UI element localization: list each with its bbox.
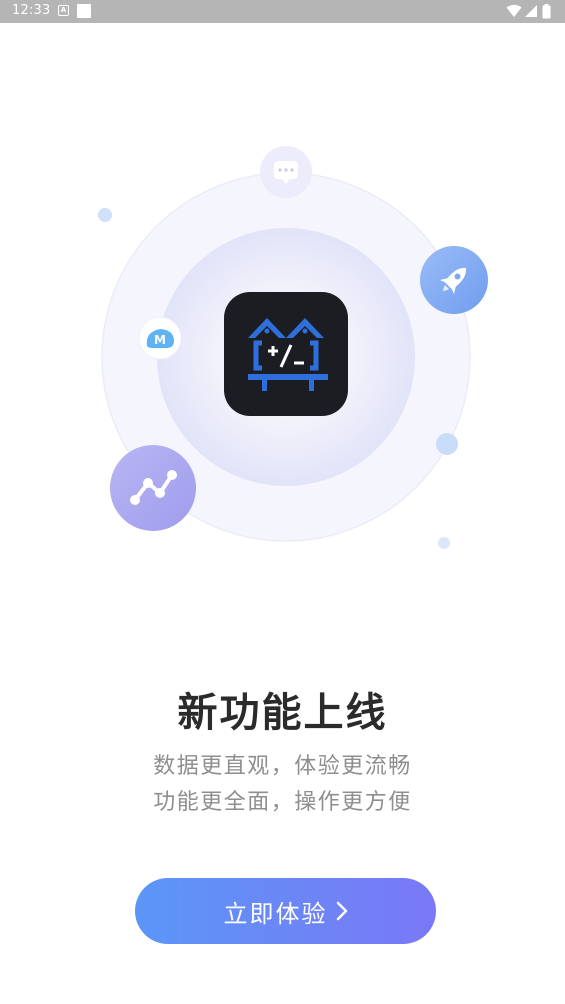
svg-text:M: M	[154, 333, 166, 347]
chevron-right-icon	[336, 901, 347, 921]
try-now-label: 立即体验	[223, 899, 328, 928]
try-now-button[interactable]: 立即体验	[135, 878, 436, 944]
decor-dot	[438, 537, 450, 549]
decor-dot	[98, 208, 112, 222]
trend-line-icon	[110, 445, 196, 531]
feature-illustration: M	[98, 146, 488, 549]
page-title: 新功能上线	[177, 690, 388, 736]
decor-dot	[436, 433, 458, 455]
m-logo-icon: M	[138, 316, 182, 360]
rocket-icon	[420, 246, 488, 314]
subtitle-line-2: 功能更全面，操作更方便	[153, 790, 412, 815]
chat-bubble-icon	[260, 146, 312, 198]
subtitle-line-1: 数据更直观，体验更流畅	[153, 754, 412, 779]
calculator-house-icon	[224, 292, 348, 416]
